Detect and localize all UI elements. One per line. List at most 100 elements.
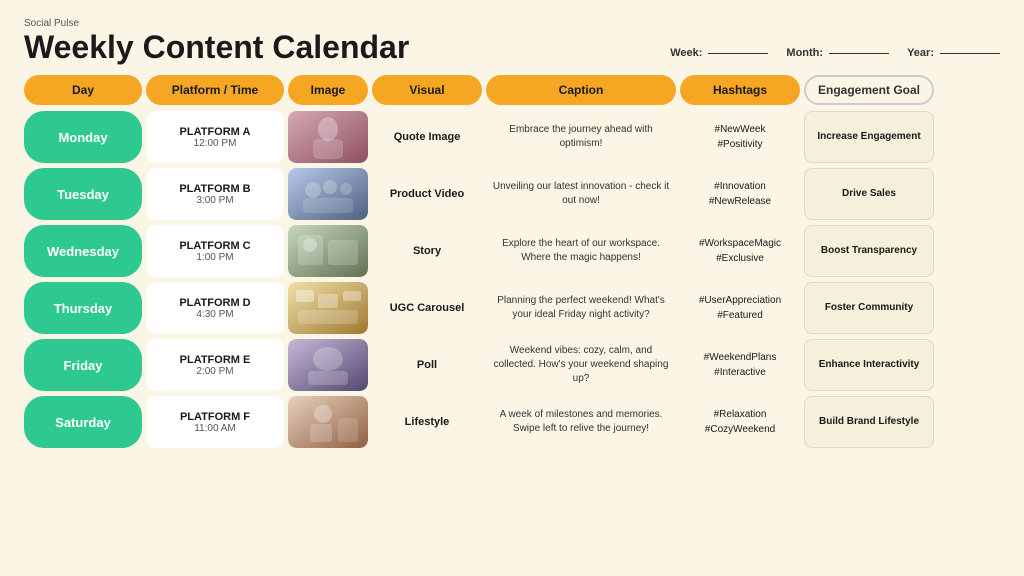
hashtag-saturday: #Relaxation #CozyWeekend — [680, 396, 800, 448]
table-row: Saturday PLATFORM F 11:00 AM Lifestyle — [24, 396, 1000, 448]
table-row: Thursday PLATFORM D 4:30 PM UGC — [24, 282, 1000, 334]
table-row: Tuesday PLATFORM B 3:00 PM Produ — [24, 168, 1000, 220]
day-monday: Monday — [24, 111, 142, 163]
visual-thursday: UGC Carousel — [372, 282, 482, 334]
hashtag1-friday: #WeekendPlans — [704, 350, 777, 365]
page: Social Pulse Weekly Content Calendar Wee… — [0, 0, 1024, 576]
week-field: Week: — [670, 47, 768, 59]
engagement-wednesday: Boost Transparency — [804, 225, 934, 277]
hashtag-thursday: #UserAppreciation #Featured — [680, 282, 800, 334]
hashtag-wednesday: #WorkspaceMagic #Exclusive — [680, 225, 800, 277]
photo-wednesday — [288, 225, 368, 277]
caption-friday: Weekend vibes: cozy, calm, and collected… — [486, 339, 676, 391]
platform-name-thursday: PLATFORM D — [179, 297, 250, 309]
hashtag2-wednesday: #Exclusive — [716, 251, 764, 266]
platform-time-wednesday: 1:00 PM — [196, 252, 233, 263]
image-thursday — [288, 282, 368, 334]
week-label: Week: — [670, 47, 702, 59]
image-monday — [288, 111, 368, 163]
hashtag1-saturday: #Relaxation — [714, 407, 767, 422]
hashtag2-tuesday: #NewRelease — [709, 194, 771, 209]
engagement-thursday: Foster Community — [804, 282, 934, 334]
year-line — [940, 53, 1000, 54]
platform-thursday: PLATFORM D 4:30 PM — [146, 282, 284, 334]
caption-monday: Embrace the journey ahead with optimism! — [486, 111, 676, 163]
hashtag1-monday: #NewWeek — [715, 122, 766, 137]
year-field: Year: — [907, 47, 1000, 59]
image-wednesday — [288, 225, 368, 277]
main-title: Weekly Content Calendar — [24, 31, 409, 63]
month-label: Month: — [786, 47, 823, 59]
hashtag-tuesday: #Innovation #NewRelease — [680, 168, 800, 220]
day-wednesday: Wednesday — [24, 225, 142, 277]
caption-tuesday: Unveiling our latest innovation - check … — [486, 168, 676, 220]
brand-label: Social Pulse — [24, 18, 409, 29]
photo-friday — [288, 339, 368, 391]
image-friday — [288, 339, 368, 391]
month-field: Month: — [786, 47, 889, 59]
platform-name-saturday: PLATFORM F — [180, 411, 250, 423]
title-block: Social Pulse Weekly Content Calendar — [24, 18, 409, 63]
platform-tuesday: PLATFORM B 3:00 PM — [146, 168, 284, 220]
image-saturday — [288, 396, 368, 448]
platform-name-wednesday: PLATFORM C — [179, 240, 250, 252]
day-thursday: Thursday — [24, 282, 142, 334]
photo-thursday — [288, 282, 368, 334]
platform-time-monday: 12:00 PM — [194, 138, 237, 149]
platform-saturday: PLATFORM F 11:00 AM — [146, 396, 284, 448]
platform-time-friday: 2:00 PM — [196, 366, 233, 377]
col-day: Day — [24, 75, 142, 105]
hashtag-friday: #WeekendPlans #Interactive — [680, 339, 800, 391]
column-headers: Day Platform / Time Image Visual Caption… — [24, 75, 1000, 105]
day-friday: Friday — [24, 339, 142, 391]
meta-fields: Week: Month: Year: — [670, 47, 1000, 63]
col-platform: Platform / Time — [146, 75, 284, 105]
visual-wednesday: Story — [372, 225, 482, 277]
table-row: Wednesday PLATFORM C 1:00 PM Story Expl — [24, 225, 1000, 277]
platform-monday: PLATFORM A 12:00 PM — [146, 111, 284, 163]
table-body: Monday PLATFORM A 12:00 PM Quote Image E… — [24, 111, 1000, 448]
platform-wednesday: PLATFORM C 1:00 PM — [146, 225, 284, 277]
photo-monday — [288, 111, 368, 163]
hashtag2-thursday: #Featured — [717, 308, 763, 323]
year-label: Year: — [907, 47, 934, 59]
image-tuesday — [288, 168, 368, 220]
platform-time-saturday: 11:00 AM — [194, 423, 236, 434]
photo-saturday — [288, 396, 368, 448]
day-saturday: Saturday — [24, 396, 142, 448]
table-row: Friday PLATFORM E 2:00 PM Poll Weekend v… — [24, 339, 1000, 391]
platform-friday: PLATFORM E 2:00 PM — [146, 339, 284, 391]
engagement-saturday: Build Brand Lifestyle — [804, 396, 934, 448]
caption-wednesday: Explore the heart of our workspace. Wher… — [486, 225, 676, 277]
header-section: Social Pulse Weekly Content Calendar Wee… — [24, 18, 1000, 63]
hashtag1-tuesday: #Innovation — [714, 179, 766, 194]
month-line — [829, 53, 889, 54]
visual-tuesday: Product Video — [372, 168, 482, 220]
hashtag1-wednesday: #WorkspaceMagic — [699, 236, 781, 251]
platform-name-tuesday: PLATFORM B — [179, 183, 250, 195]
engagement-monday: Increase Engagement — [804, 111, 934, 163]
col-hashtags: Hashtags — [680, 75, 800, 105]
platform-name-friday: PLATFORM E — [180, 354, 251, 366]
day-tuesday: Tuesday — [24, 168, 142, 220]
caption-thursday: Planning the perfect weekend! What's you… — [486, 282, 676, 334]
hashtag2-saturday: #CozyWeekend — [705, 422, 775, 437]
platform-name-monday: PLATFORM A — [180, 126, 251, 138]
engagement-friday: Enhance Interactivity — [804, 339, 934, 391]
hashtag1-thursday: #UserAppreciation — [699, 293, 781, 308]
hashtag-monday: #NewWeek #Positivity — [680, 111, 800, 163]
platform-time-thursday: 4:30 PM — [196, 309, 233, 320]
col-caption: Caption — [486, 75, 676, 105]
week-line — [708, 53, 768, 54]
visual-monday: Quote Image — [372, 111, 482, 163]
col-engagement: Engagement Goal — [804, 75, 934, 105]
col-image: Image — [288, 75, 368, 105]
platform-time-tuesday: 3:00 PM — [196, 195, 233, 206]
visual-saturday: Lifestyle — [372, 396, 482, 448]
engagement-tuesday: Drive Sales — [804, 168, 934, 220]
photo-tuesday — [288, 168, 368, 220]
hashtag2-monday: #Positivity — [717, 137, 762, 152]
table-row: Monday PLATFORM A 12:00 PM Quote Image E… — [24, 111, 1000, 163]
visual-friday: Poll — [372, 339, 482, 391]
col-visual: Visual — [372, 75, 482, 105]
